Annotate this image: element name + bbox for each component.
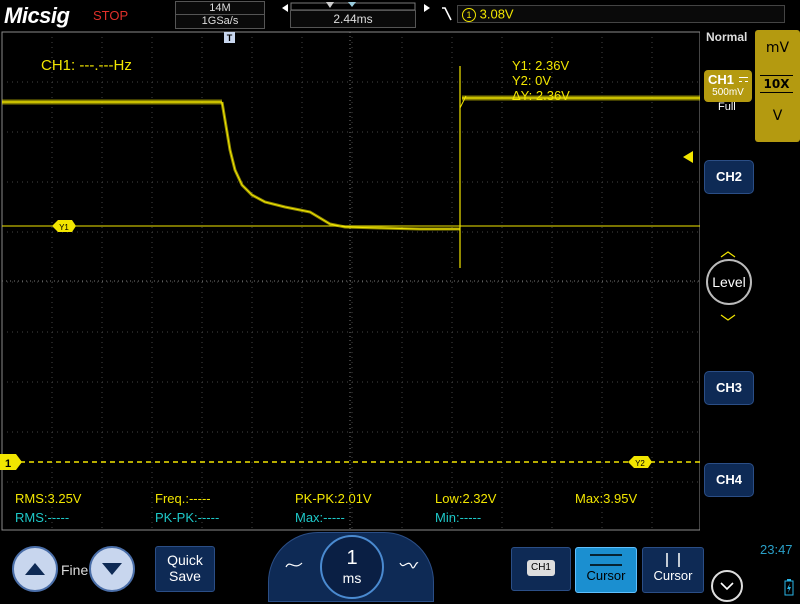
measure2-rms[interactable]: RMS:----- xyxy=(15,510,69,525)
trigger-level-value: 3.08V xyxy=(479,6,514,22)
run-stop-status[interactable]: STOP xyxy=(93,8,128,23)
timebase-knob[interactable]: 1 ms xyxy=(320,535,384,599)
ch1-tag: CH1 xyxy=(527,560,555,576)
measure-pkpk[interactable]: PK-PK:2.01V xyxy=(295,491,372,506)
trigger-time-marker-label: T xyxy=(227,33,233,43)
cursor-y2-label: Y2: xyxy=(512,73,532,88)
cursor-readout: Y1: 2.36V Y2: 0V ΔY: 2.36V xyxy=(512,58,570,103)
time-offset-readout[interactable]: 2.44ms xyxy=(290,10,416,28)
cursor-vertical-label: Cursor xyxy=(653,568,693,583)
cursor-horizontal-label: Cursor xyxy=(586,568,626,583)
ch2-button[interactable]: CH2 xyxy=(704,160,754,194)
fine-label: Fine xyxy=(61,562,89,578)
trigger-edge-icon xyxy=(440,6,454,22)
level-down-icon[interactable] xyxy=(720,307,736,326)
measure-low[interactable]: Low:2.32V xyxy=(435,491,496,506)
fine-down-button[interactable] xyxy=(89,546,135,592)
timebase-value: 1 xyxy=(346,547,358,569)
measure-freq[interactable]: Freq.:----- xyxy=(155,491,211,506)
ch1-bandwidth: Full xyxy=(718,101,736,113)
trigger-mode[interactable]: Normal xyxy=(706,30,747,44)
measure2-min[interactable]: Min:----- xyxy=(435,510,481,525)
ch1-ground-marker-label: 1 xyxy=(5,458,11,470)
ch4-button[interactable]: CH4 xyxy=(704,463,754,497)
clock: 23:47 xyxy=(760,542,793,557)
cursor-y1-value: 2.36V xyxy=(535,58,570,73)
ch1-button[interactable]: CH1 500mV xyxy=(704,70,752,102)
waveform-grid-svg: Y1 Y2 1 T xyxy=(0,31,701,531)
frequency-readout: CH1: ---.---Hz xyxy=(41,57,132,74)
ch1-scale: 500mV xyxy=(712,87,744,98)
probe-ratio-button[interactable]: 10X xyxy=(760,75,793,93)
ch1-level-arrow-icon xyxy=(683,148,695,167)
measure2-pkpk[interactable]: PK-PK:----- xyxy=(155,510,219,525)
battery-icon xyxy=(784,578,794,600)
chevron-down-icon xyxy=(720,582,734,591)
timebase-decrease-icon[interactable] xyxy=(285,557,303,576)
ch1-label: CH1 xyxy=(708,72,735,87)
unit-v-button[interactable]: V xyxy=(755,108,800,124)
cursor-horizontal-button[interactable]: Cursor xyxy=(575,547,637,593)
level-knob[interactable]: Level xyxy=(706,259,752,305)
cursor-y2-marker-label: Y2 xyxy=(635,459,645,468)
fine-up-button[interactable] xyxy=(12,546,58,592)
vertical-cursor-icon xyxy=(666,553,680,567)
probe-unit-panel: mV 10X V xyxy=(755,30,800,142)
level-label: Level xyxy=(712,274,746,290)
horizontal-cursor-icon xyxy=(590,554,622,566)
right-arrow-icon xyxy=(424,4,430,12)
ch1-coupling-icon xyxy=(739,77,748,82)
measure2-max[interactable]: Max:----- xyxy=(295,510,345,525)
view-position-icon xyxy=(348,2,356,7)
cursor-vertical-button[interactable]: Cursor xyxy=(642,547,704,593)
measurement-row-1: RMS:3.25V Freq.:----- PK-PK:2.01V Low:2.… xyxy=(15,491,695,507)
brand-logo: Micsig xyxy=(4,3,70,28)
timebase-control[interactable]: 1 ms xyxy=(268,532,434,602)
cursor-dy-label: ΔY: xyxy=(512,88,533,103)
waveform-display[interactable]: Y1 Y2 1 T CH1: ---.---Hz Y1: 2.36V Y2: 0… xyxy=(0,30,701,532)
bottom-toolbar: Fine Quick Save 1 ms CH1 Cursor Cursor 2… xyxy=(0,532,800,602)
ch3-button[interactable]: CH3 xyxy=(704,371,754,405)
measure-rms[interactable]: RMS:3.25V xyxy=(15,491,81,506)
measurement-row-2: RMS:----- PK-PK:----- Max:----- Min:----… xyxy=(15,510,695,526)
top-status-bar: Micsig STOP 14M 1GSa/s 2.44ms 1 3.08V xyxy=(0,0,800,30)
channel-select-button[interactable]: CH1 xyxy=(511,547,571,591)
arrow-down-icon xyxy=(102,563,122,575)
trigger-info[interactable]: 1 3.08V xyxy=(457,5,785,23)
trigger-source-icon: 1 xyxy=(462,7,476,22)
unit-mv-button[interactable]: mV xyxy=(755,40,800,56)
sample-rate[interactable]: 1GSa/s xyxy=(175,14,265,29)
cursor-dy-value: 2.36V xyxy=(535,88,570,103)
trigger-position-icon xyxy=(326,2,334,8)
measure-max[interactable]: Max:3.95V xyxy=(575,491,637,506)
timebase-unit: ms xyxy=(342,570,362,586)
cursor-y2-value: 0V xyxy=(535,73,552,88)
left-arrow-icon xyxy=(282,4,288,12)
timebase-increase-icon[interactable] xyxy=(399,557,419,576)
memory-depth[interactable]: 14M xyxy=(175,1,265,15)
expand-menu-button[interactable] xyxy=(711,570,743,602)
cursor-y1-label: Y1: xyxy=(512,58,532,73)
cursor-y1-marker-label: Y1 xyxy=(59,223,69,232)
quick-save-button[interactable]: Quick Save xyxy=(155,546,215,592)
arrow-up-icon xyxy=(25,563,45,575)
